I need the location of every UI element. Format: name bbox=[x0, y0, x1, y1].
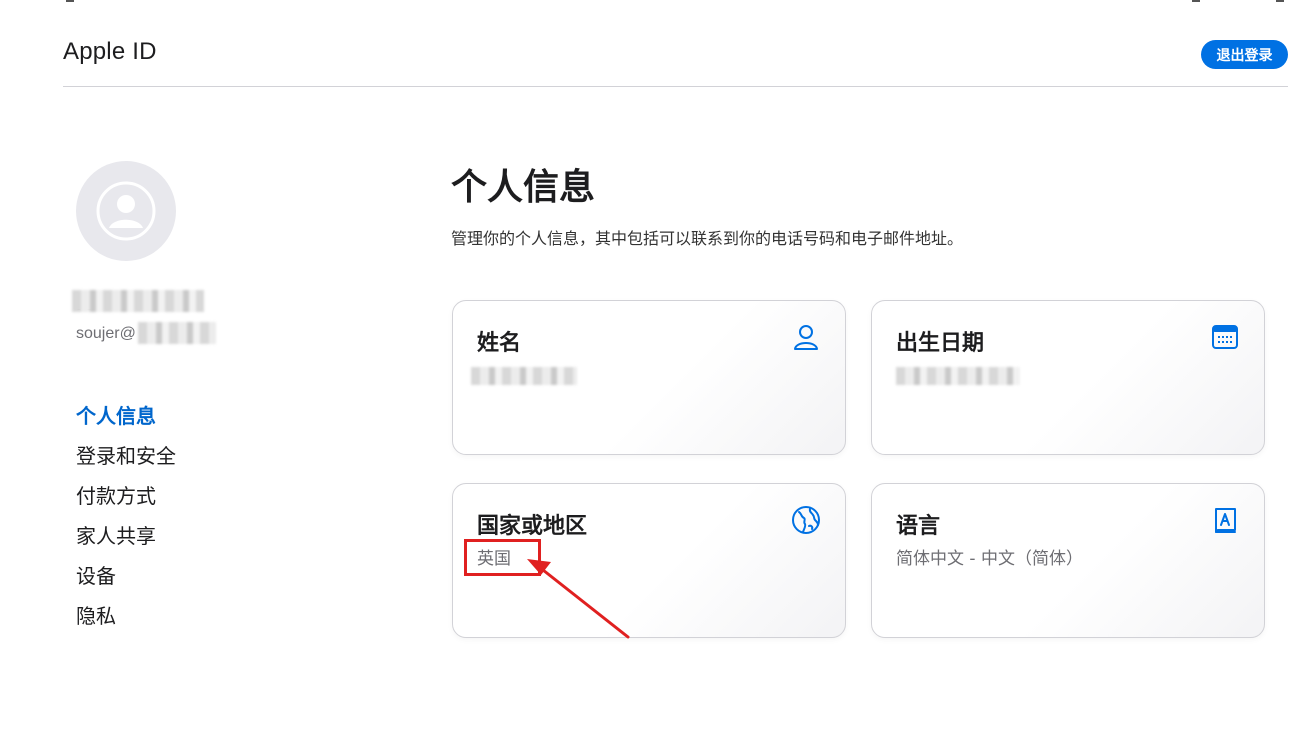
redacted-name-value bbox=[471, 367, 577, 385]
redacted-name bbox=[72, 290, 204, 312]
redacted-email bbox=[138, 322, 216, 344]
person-circle-icon bbox=[96, 181, 156, 241]
redacted-birthday-value bbox=[896, 367, 1020, 385]
sidebar-item-personal-info[interactable]: 个人信息 bbox=[76, 396, 176, 436]
signout-button[interactable]: 退出登录 bbox=[1201, 40, 1288, 69]
language-book-icon bbox=[1215, 508, 1236, 533]
page-title: 个人信息 bbox=[451, 167, 596, 208]
sidebar-item-family-sharing[interactable]: 家人共享 bbox=[76, 516, 176, 556]
card-name[interactable]: 姓名 bbox=[452, 300, 846, 455]
card-name-title: 姓名 bbox=[477, 331, 522, 356]
sidebar-item-payment[interactable]: 付款方式 bbox=[76, 476, 176, 516]
user-email-visible: soujer@ bbox=[76, 325, 136, 342]
avatar[interactable] bbox=[76, 161, 176, 261]
card-language[interactable]: 语言 简体中文 - 中文（简体） bbox=[871, 483, 1265, 638]
annotation-highlight-box bbox=[464, 539, 541, 576]
page-header: Apple ID 退出登录 bbox=[63, 0, 1288, 87]
person-icon bbox=[794, 325, 818, 350]
sidebar-item-signin-security[interactable]: 登录和安全 bbox=[76, 436, 176, 476]
card-language-value: 简体中文 - 中文（简体） bbox=[896, 549, 1083, 569]
globe-icon bbox=[792, 506, 820, 534]
user-email: soujer@ bbox=[76, 325, 136, 343]
sidebar-nav: 个人信息 登录和安全 付款方式 家人共享 设备 隐私 bbox=[76, 396, 176, 636]
sidebar-item-privacy[interactable]: 隐私 bbox=[76, 596, 176, 636]
card-birthday-title: 出生日期 bbox=[896, 331, 985, 356]
sidebar-item-devices[interactable]: 设备 bbox=[76, 556, 176, 596]
card-birthday[interactable]: 出生日期 bbox=[871, 300, 1265, 455]
card-language-title: 语言 bbox=[896, 514, 941, 539]
page-brand-title: Apple ID bbox=[63, 38, 157, 65]
page-description: 管理你的个人信息，其中包括可以联系到你的电话号码和电子邮件地址。 bbox=[451, 229, 964, 248]
card-country-region-title: 国家或地区 bbox=[477, 514, 588, 539]
calendar-icon bbox=[1212, 325, 1238, 349]
